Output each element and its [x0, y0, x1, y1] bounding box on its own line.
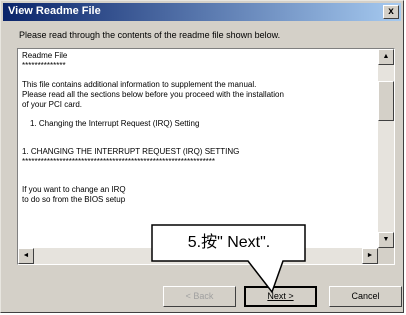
- callout-text: 5.按" Next".: [187, 234, 271, 251]
- callout-balloon: [151, 224, 306, 294]
